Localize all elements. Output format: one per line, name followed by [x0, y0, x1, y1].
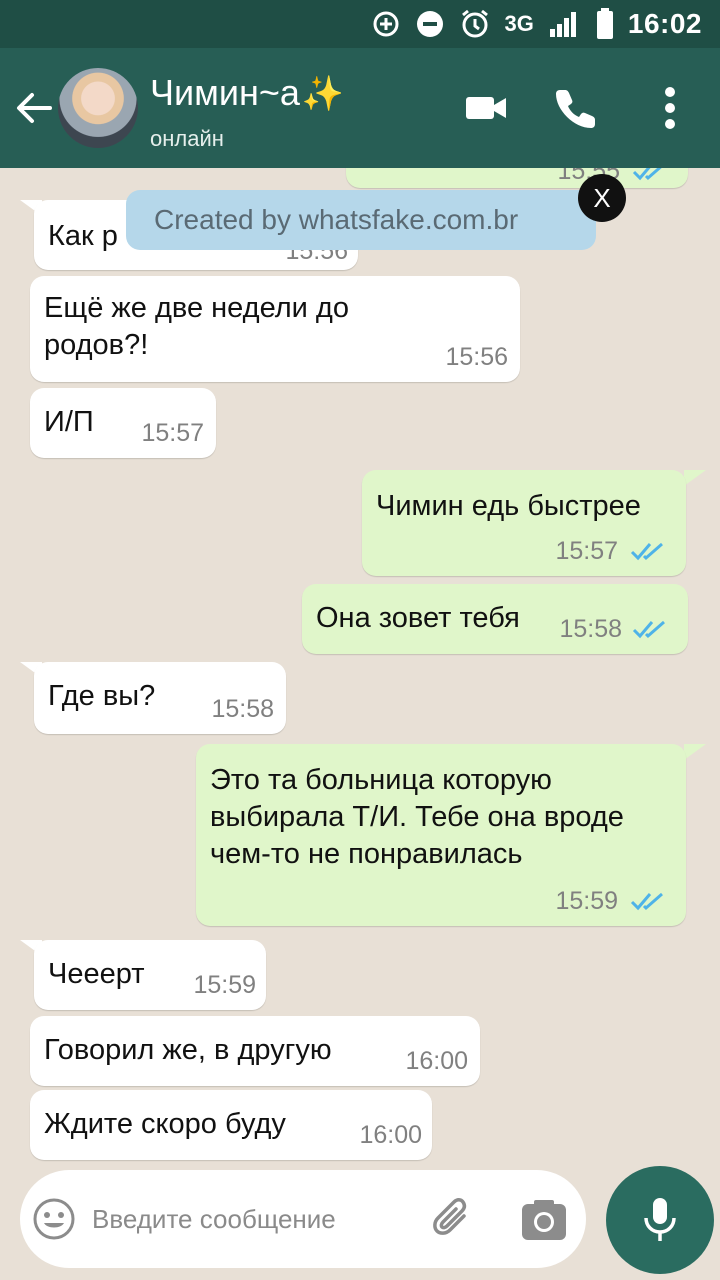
data-saver-icon: [373, 11, 399, 37]
message-text: Это та больница которую выбирала Т/И. Те…: [210, 764, 624, 870]
network-type: 3G: [504, 11, 534, 36]
message-bubble-incoming[interactable]: Чееерт 15:59: [34, 940, 266, 1010]
battery-icon: [596, 8, 613, 39]
watermark-banner: Created by whatsfake.com.br: [126, 190, 596, 250]
message-bubble-outgoing[interactable]: 15:55: [346, 168, 688, 188]
more-vert-icon[interactable]: [646, 84, 694, 132]
message-time: 16:00: [359, 1121, 422, 1149]
read-receipt-icon: [632, 620, 665, 639]
contact-name[interactable]: Чимин~а✨: [150, 72, 344, 114]
read-receipt-icon: [632, 168, 662, 181]
bubble-tail: [684, 744, 706, 760]
read-receipt-icon: [630, 892, 663, 911]
clock: 16:02: [627, 8, 702, 39]
message-text: Говорил же, в другую: [44, 1034, 332, 1066]
message-text: Она зовет тебя: [316, 602, 520, 634]
avatar[interactable]: [58, 68, 138, 148]
emoji-icon[interactable]: [32, 1197, 76, 1241]
attach-icon[interactable]: [430, 1196, 476, 1242]
message-bubble-incoming[interactable]: Говорил же, в другую 16:00: [30, 1016, 480, 1086]
bubble-tail: [684, 470, 706, 486]
message-composer[interactable]: Введите сообщение: [20, 1170, 586, 1268]
sparkles-emoji: ✨: [301, 75, 345, 113]
message-time: 15:58: [559, 615, 622, 643]
message-text: И/П: [44, 406, 94, 438]
message-time: 16:00: [405, 1047, 468, 1075]
message-bubble-incoming[interactable]: Где вы? 15:58: [34, 662, 286, 734]
message-text: Как р: [48, 220, 118, 252]
message-bubble-outgoing[interactable]: Она зовет тебя 15:58: [302, 584, 688, 654]
contact-name-text: Чимин~а: [150, 72, 300, 113]
chat-header: Чимин~а✨ онлайн: [0, 48, 720, 168]
message-time: 15:57: [141, 419, 204, 447]
message-text: Ждите скоро буду: [44, 1108, 286, 1140]
message-text: Ещё же две недели до родов?!: [44, 292, 349, 361]
message-time: 15:57: [555, 537, 618, 565]
watermark-text: Created by whatsfake.com.br: [154, 204, 519, 235]
alarm-icon: [461, 9, 488, 38]
message-bubble-incoming[interactable]: И/П 15:57: [30, 388, 216, 458]
message-bubble-incoming[interactable]: Ждите скоро буду 16:00: [30, 1090, 432, 1160]
read-receipt-icon: [630, 542, 663, 561]
message-bubble-incoming[interactable]: Ещё же две недели до родов?! 15:56: [30, 276, 520, 382]
message-time: 15:58: [211, 695, 274, 723]
phone-icon[interactable]: [552, 84, 600, 132]
back-arrow-icon[interactable]: [12, 86, 56, 130]
camera-icon[interactable]: [520, 1198, 568, 1242]
message-bubble-outgoing[interactable]: Это та больница которую выбирала Т/И. Те…: [196, 744, 686, 926]
signal-icon: [549, 12, 576, 37]
mic-button[interactable]: [606, 1166, 714, 1274]
message-time: 15:56: [445, 343, 508, 371]
message-time: 15:59: [555, 887, 618, 915]
message-input[interactable]: Введите сообщение: [92, 1204, 336, 1235]
message-time: 15:59: [193, 971, 256, 999]
message-text: Чимин едь быстрее: [376, 490, 641, 522]
watermark-close-button[interactable]: X: [578, 174, 626, 222]
do-not-disturb-icon: [416, 11, 443, 37]
video-call-icon[interactable]: [462, 84, 510, 132]
message-bubble-outgoing[interactable]: Чимин едь быстрее 15:57: [362, 470, 686, 576]
message-text: Чееерт: [48, 958, 145, 990]
message-text: Где вы?: [48, 680, 156, 712]
status-bar: 3G 16:02: [0, 0, 720, 48]
contact-status: онлайн: [150, 126, 224, 151]
mic-icon: [644, 1198, 676, 1241]
chat-area[interactable]: 15:55 Как р 15:56 Ещё же две недели до р…: [0, 168, 720, 1168]
status-icons: 3G 16:02: [371, 6, 702, 42]
